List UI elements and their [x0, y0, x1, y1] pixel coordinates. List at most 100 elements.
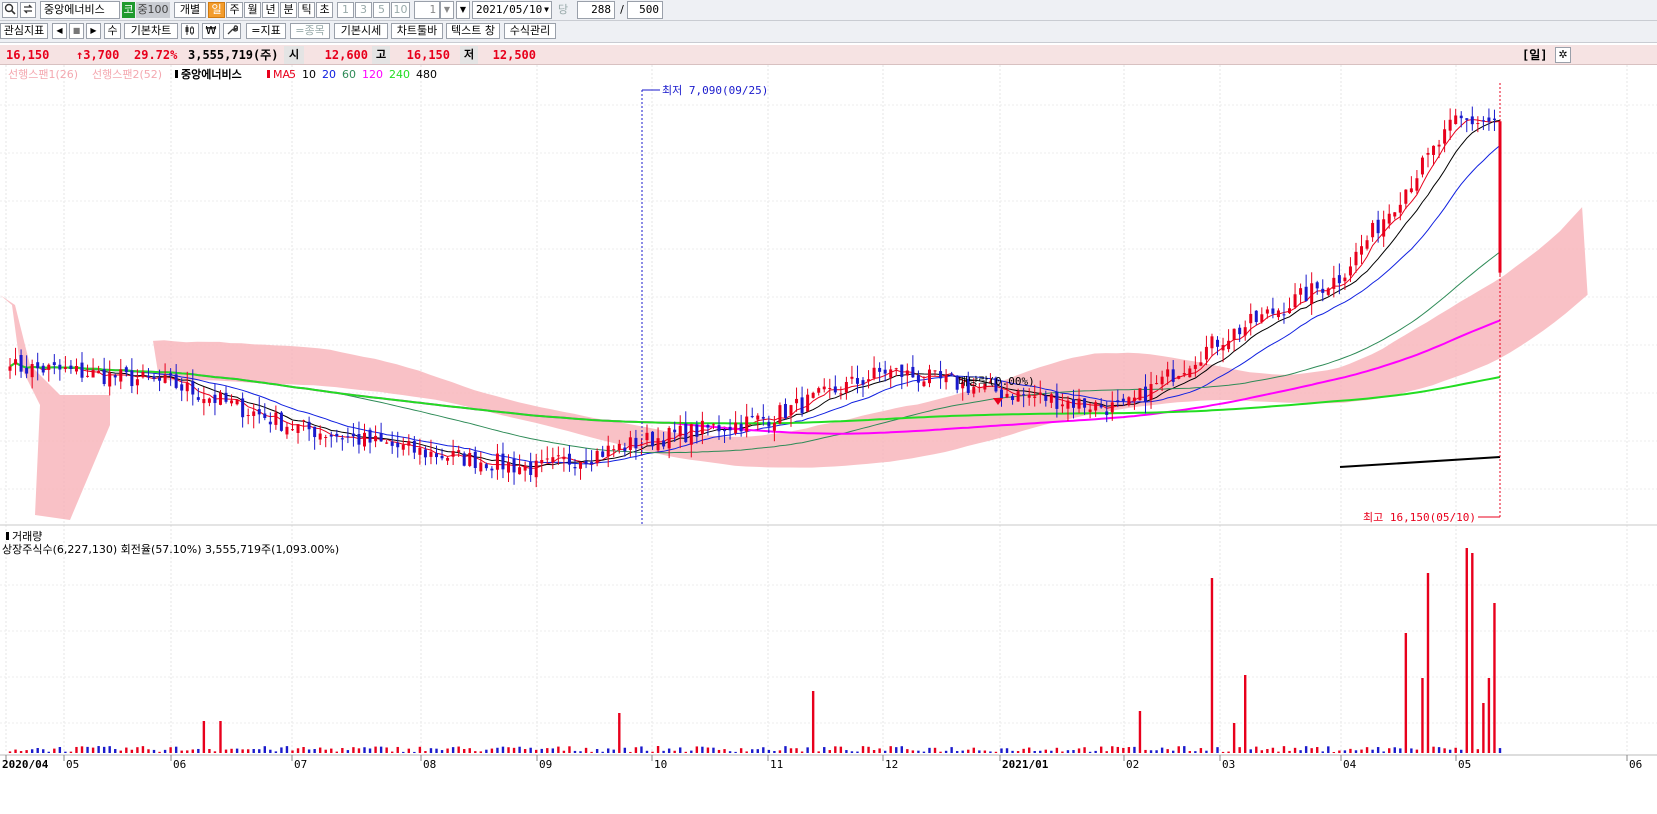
- volume-bar: [1177, 746, 1180, 753]
- volume-bar: [102, 746, 106, 753]
- interval-1-button[interactable]: 1: [337, 2, 354, 18]
- volume-bar: [108, 746, 111, 753]
- legend-span1: 선행스팬1(26): [8, 68, 78, 81]
- stock-name-field[interactable]: 중앙에너비스: [40, 1, 120, 19]
- volume-bar: [53, 748, 56, 753]
- stock-compare-button[interactable]: =종목: [290, 23, 330, 39]
- volume-bar: [667, 748, 671, 753]
- stock-chart[interactable]: 선행스팬1(26) 선행스팬2(52) 중앙에너비스 MA 5 10 20 60 120…: [0, 65, 1657, 814]
- volume-bar: [512, 747, 516, 753]
- high-label: 고: [372, 46, 390, 64]
- candle: [1293, 283, 1297, 310]
- volume-bar: [728, 751, 732, 753]
- formula-mgmt-button[interactable]: 수식관리: [504, 23, 556, 39]
- individual-button[interactable]: 개별: [174, 2, 206, 18]
- volume-bar: [673, 750, 676, 753]
- volume-bar: [75, 746, 78, 753]
- candle: [285, 422, 289, 439]
- interval-3-button[interactable]: 3: [355, 2, 372, 18]
- period-year-button[interactable]: 년: [262, 2, 279, 18]
- x-tick-label: 11: [770, 758, 783, 771]
- candle: [41, 363, 45, 376]
- refresh-button[interactable]: [20, 2, 36, 18]
- interval-5-button[interactable]: 5: [373, 2, 390, 18]
- volume-bar: [407, 748, 411, 753]
- chart-toolbar-button[interactable]: 차트툴바: [391, 23, 443, 39]
- volume-bar: [230, 748, 233, 753]
- candle: [523, 461, 527, 482]
- candle: [1371, 220, 1375, 242]
- search-button[interactable]: [2, 2, 18, 18]
- volume-bar: [568, 746, 571, 753]
- candle: [379, 422, 383, 442]
- volume-bar: [280, 747, 283, 753]
- volume-bar: [529, 747, 532, 753]
- x-tick-label: 02: [1126, 758, 1139, 771]
- volume-bar: [501, 746, 505, 753]
- volume-bar: [97, 746, 100, 753]
- period-month-button[interactable]: 월: [244, 2, 261, 18]
- candle: [279, 410, 283, 432]
- won-button[interactable]: ₩: [202, 23, 220, 39]
- volume-bar: [396, 746, 399, 753]
- interval-dropdown[interactable]: ▼: [440, 1, 454, 19]
- date-input[interactable]: 2021/05/10 ▼: [472, 1, 552, 19]
- candle: [340, 435, 344, 451]
- volume-bar: [1393, 747, 1396, 753]
- period-tick-button[interactable]: 틱: [298, 2, 315, 18]
- tools-button[interactable]: [223, 23, 241, 39]
- candle: [1470, 106, 1474, 131]
- stop-button[interactable]: ■: [69, 23, 84, 39]
- volume-bar: [961, 750, 964, 753]
- volume-bar: [379, 746, 383, 753]
- period-second-button[interactable]: 초: [316, 2, 333, 18]
- date-dropdown-left[interactable]: ▼: [456, 1, 470, 19]
- volume-bar: [778, 750, 782, 753]
- chevron-down-icon: ▼: [443, 5, 451, 14]
- chart-type-button[interactable]: [181, 23, 199, 39]
- volume-bar: [1244, 675, 1247, 753]
- volume-bar: [734, 751, 737, 753]
- settings-button[interactable]: ✲: [1555, 47, 1571, 63]
- count-input[interactable]: 288: [577, 1, 615, 19]
- candle: [396, 431, 400, 458]
- basic-quote-button[interactable]: 기본시세: [334, 23, 388, 39]
- volume-bar: [695, 746, 699, 753]
- indicator-button[interactable]: =지표: [246, 23, 286, 39]
- candle: [152, 373, 156, 382]
- prev-button[interactable]: ◀: [52, 23, 67, 39]
- volume-bar: [989, 751, 992, 753]
- text-window-button[interactable]: 텍스트 창: [446, 23, 500, 39]
- total-input[interactable]: 500: [627, 1, 663, 19]
- basic-chart-button[interactable]: 기본차트: [124, 23, 178, 39]
- period-week-button[interactable]: 주: [226, 2, 243, 18]
- calendar-dropdown-icon[interactable]: ▼: [544, 2, 549, 18]
- volume-bar: [595, 749, 599, 753]
- volume-bar: [1138, 711, 1142, 753]
- period-minute-button[interactable]: 분: [280, 2, 297, 18]
- volume-bar: [1105, 751, 1108, 753]
- edit-button[interactable]: 수: [104, 23, 121, 39]
- candle: [894, 367, 898, 376]
- candle: [1492, 109, 1496, 132]
- interest-indicator-button[interactable]: 관심지표: [0, 23, 48, 39]
- interval-10-button[interactable]: 10: [391, 2, 410, 18]
- candle: [119, 358, 123, 390]
- volume-bar: [413, 751, 416, 753]
- interval-input[interactable]: 1: [414, 1, 440, 19]
- candle: [1415, 170, 1419, 195]
- moving-average-lines: [9, 118, 1501, 469]
- volume-bar: [435, 748, 438, 753]
- period-day-button[interactable]: 일: [208, 2, 225, 18]
- volume-bar: [806, 747, 809, 753]
- volume-bar: [235, 748, 239, 753]
- candle: [362, 423, 366, 451]
- volume-bar: [390, 751, 394, 753]
- volume-bar: [474, 751, 477, 753]
- volume-bar: [368, 748, 372, 753]
- volume-bar: [712, 747, 715, 753]
- volume-bar: [612, 749, 615, 753]
- next-button[interactable]: ▶: [86, 23, 101, 39]
- volume-bar: [795, 748, 798, 753]
- date-value: 2021/05/10: [476, 3, 543, 16]
